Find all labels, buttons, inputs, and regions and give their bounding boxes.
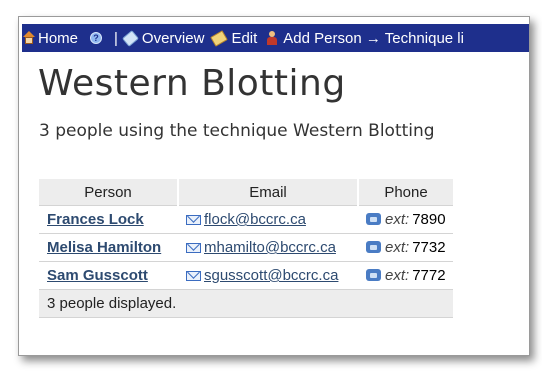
nav-home-link[interactable]: Home	[22, 30, 78, 47]
phone-icon	[366, 241, 381, 253]
table-footer: 3 people displayed.	[39, 289, 453, 318]
page-window: Home ? | Overview Edit Add Person → Tech…	[18, 16, 530, 356]
phone-icon	[366, 269, 381, 281]
email-link[interactable]: flock@bccrc.ca	[204, 211, 306, 228]
ext-value: 7890	[412, 211, 446, 228]
phone-cell: ext: 7890	[358, 205, 453, 234]
email-cell: flock@bccrc.ca	[178, 205, 358, 234]
person-cell: Frances Lock	[39, 205, 178, 234]
nav-edit-label: Edit	[231, 29, 258, 47]
mail-icon	[186, 215, 201, 225]
home-icon	[22, 31, 36, 45]
nav-add-person-link[interactable]: Add Person → Technique li	[257, 30, 464, 47]
ext-value: 7772	[412, 267, 446, 284]
mail-icon	[186, 271, 201, 281]
email-link[interactable]: sgusscott@bccrc.ca	[204, 267, 338, 284]
phone-cell: ext: 7732	[358, 233, 453, 262]
column-header-email[interactable]: Email	[178, 179, 359, 206]
edit-icon	[210, 29, 229, 47]
nav-separator: |	[114, 29, 118, 47]
nav-add-person-label: Add Person → Technique li	[283, 29, 464, 47]
person-name-link[interactable]: Sam Gusscott	[47, 267, 148, 284]
page-subtitle: 3 people using the technique Western Blo…	[39, 121, 435, 141]
email-cell: sgusscott@bccrc.ca	[178, 261, 358, 290]
tag-icon	[121, 29, 139, 47]
table-header-row: Person Email Phone	[39, 179, 453, 206]
column-header-phone[interactable]: Phone	[358, 179, 453, 206]
email-cell: mhamilto@bccrc.ca	[178, 233, 358, 262]
table-footer-row: 3 people displayed.	[39, 289, 453, 318]
email-link[interactable]: mhamilto@bccrc.ca	[204, 239, 336, 256]
table-row: Frances Lock flock@bccrc.ca ext: 7890	[39, 205, 453, 234]
nav-overview-label: Overview	[141, 29, 205, 47]
page-title: Western Blotting	[38, 63, 346, 104]
nav-overview-link[interactable]: Overview	[121, 29, 205, 47]
person-icon	[265, 30, 279, 46]
person-cell: Sam Gusscott	[39, 261, 178, 290]
table-row: Sam Gusscott sgusscott@bccrc.ca ext: 7772	[39, 261, 453, 290]
top-navigation-bar: Home ? | Overview Edit Add Person → Tech…	[22, 24, 529, 52]
person-cell: Melisa Hamilton	[39, 233, 178, 262]
ext-label: ext:	[385, 211, 410, 228]
table-row: Melisa Hamilton mhamilto@bccrc.ca ext: 77…	[39, 233, 453, 262]
ext-label: ext:	[385, 239, 410, 256]
nav-edit-link[interactable]: Edit	[204, 30, 257, 47]
column-header-person[interactable]: Person	[39, 179, 179, 206]
person-name-link[interactable]: Frances Lock	[47, 211, 144, 228]
phone-icon	[366, 213, 381, 225]
people-table: Person Email Phone Frances Lock flock@bc…	[39, 179, 453, 318]
mail-icon	[186, 243, 201, 253]
help-icon[interactable]: ?	[90, 32, 103, 44]
nav-home-label: Home	[38, 29, 79, 47]
person-name-link[interactable]: Melisa Hamilton	[47, 239, 161, 256]
ext-value: 7732	[412, 239, 446, 256]
ext-label: ext:	[385, 267, 410, 284]
phone-cell: ext: 7772	[358, 261, 453, 290]
